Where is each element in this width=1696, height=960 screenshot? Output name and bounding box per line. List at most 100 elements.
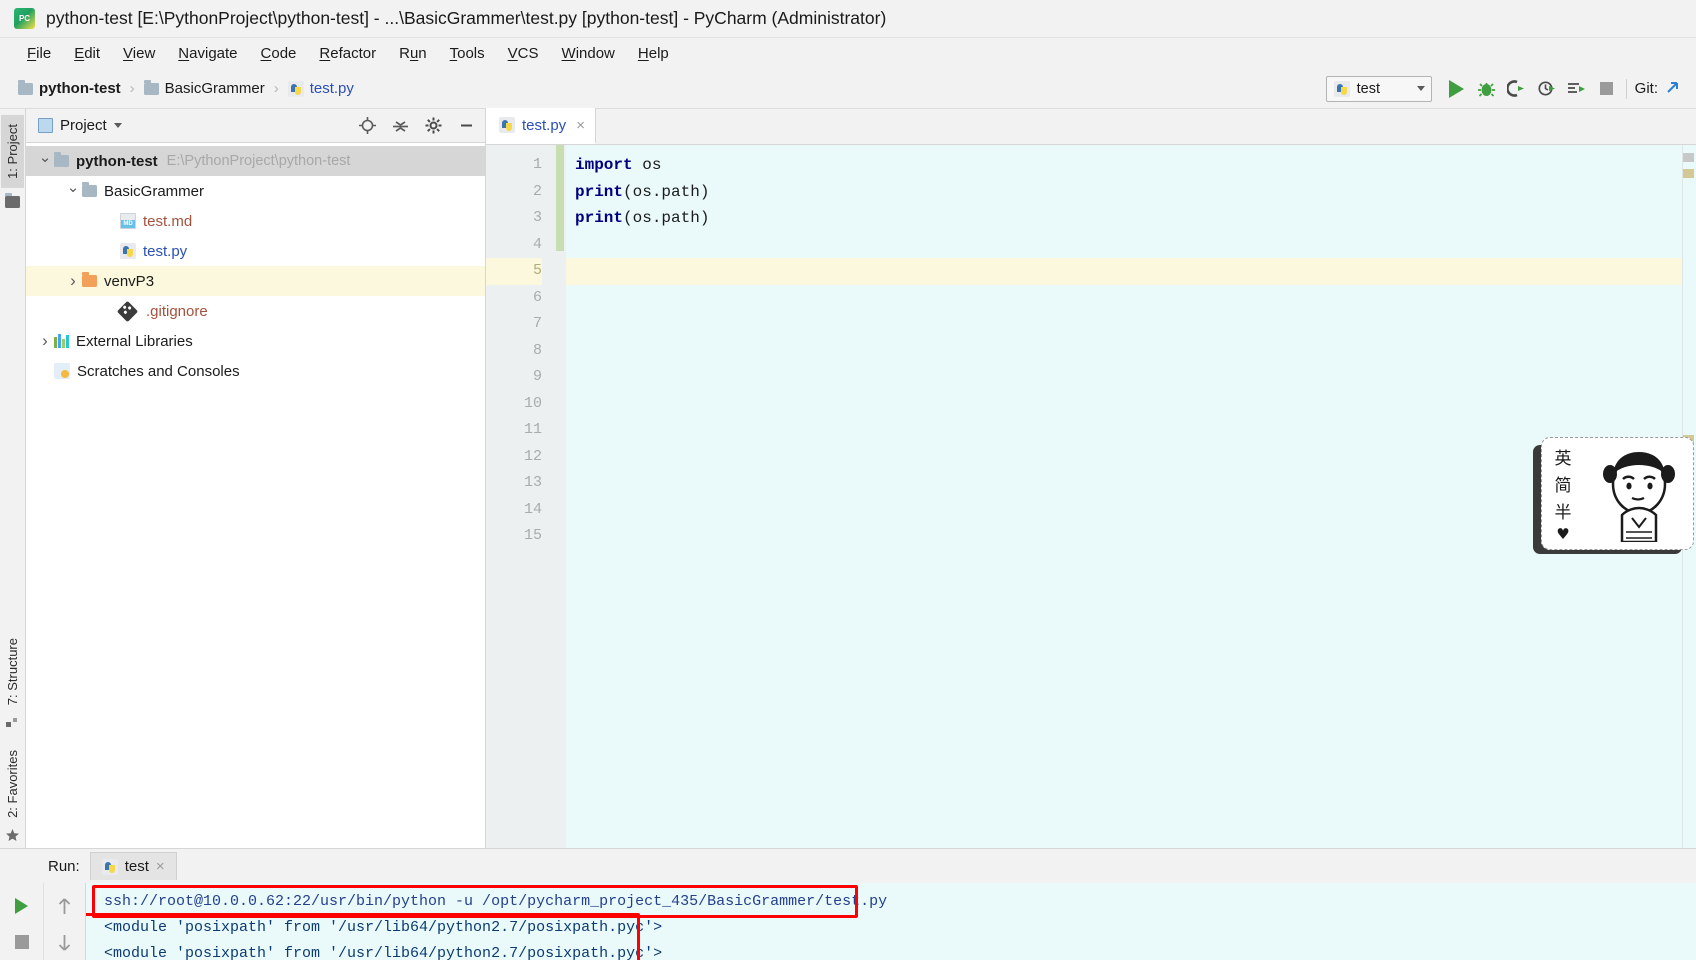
tree-node-test-py[interactable]: test.py [26, 236, 485, 266]
sidebar-item-structure[interactable]: 7: Structure [1, 629, 24, 714]
vcs-added-marker [556, 145, 564, 251]
code-text-area[interactable]: import os print(os.path) print(os.path) [566, 145, 1682, 848]
console-line-output: <module 'posixpath' from '/usr/lib64/pyt… [104, 919, 663, 936]
ime-floating-widget[interactable]: 英 简 半 ♥ [1541, 437, 1694, 550]
project-view-icon [38, 118, 53, 133]
breadcrumb-item-file[interactable]: test.py [284, 78, 358, 99]
tree-node-external-libraries[interactable]: External Libraries [26, 326, 485, 356]
console-line-command: ssh://root@10.0.0.62:22/usr/bin/python -… [104, 893, 888, 910]
run-icon[interactable] [1442, 74, 1472, 104]
project-panel-header: Project [26, 109, 485, 143]
run-configuration-selector[interactable]: test [1325, 75, 1432, 102]
code-line: print(os.path) [575, 182, 710, 201]
locate-target-icon[interactable] [354, 113, 380, 139]
breadcrumb-item-project[interactable]: python-test [14, 78, 125, 99]
folder-icon [143, 79, 159, 95]
chevron-down-icon[interactable] [36, 152, 54, 170]
run-tab-label: test [124, 858, 149, 875]
stop-icon[interactable] [5, 925, 39, 959]
menu-view[interactable]: View [112, 42, 166, 65]
line-number: 12 [523, 447, 542, 465]
menu-code[interactable]: Code [250, 42, 308, 65]
run-all-icon[interactable] [1562, 74, 1592, 104]
breadcrumb-label: python-test [39, 80, 121, 97]
close-icon[interactable]: × [156, 858, 165, 875]
run-tab-test[interactable]: test × [89, 852, 177, 880]
tree-node-gitignore[interactable]: .gitignore [26, 296, 485, 326]
tree-node-python-test[interactable]: python-test E:\PythonProject\python-test [26, 146, 485, 176]
chevron-down-icon[interactable] [113, 123, 122, 128]
ime-lang-label[interactable]: 英 [1555, 444, 1572, 469]
menu-edit[interactable]: Edit [63, 42, 111, 65]
library-icon [54, 334, 69, 348]
console-output[interactable]: ssh://root@10.0.0.62:22/usr/bin/python -… [86, 883, 1696, 960]
menu-tools[interactable]: Tools [439, 42, 496, 65]
structure-tab-label: 7: Structure [5, 637, 20, 706]
project-tree: python-test E:\PythonProject\python-test… [26, 143, 485, 848]
chevron-down-icon [1416, 86, 1425, 91]
close-icon[interactable]: × [576, 117, 585, 134]
menu-vcs[interactable]: VCS [497, 42, 550, 65]
tree-node-label: test.py [143, 242, 188, 260]
run-panel-label: Run: [48, 857, 80, 875]
tree-node-label: BasicGrammer [104, 182, 205, 200]
rerun-icon[interactable] [5, 889, 39, 923]
line-number: 5 [486, 258, 542, 285]
tree-node-path: E:\PythonProject\python-test [166, 153, 351, 169]
sidebar-item-project[interactable]: 1: Project [1, 115, 24, 188]
menu-run[interactable]: Run [388, 42, 438, 65]
menu-file[interactable]: File [16, 42, 62, 65]
sidebar-item-favorites[interactable]: 2: Favorites [1, 741, 24, 827]
ime-heart-icon[interactable]: ♥ [1556, 525, 1569, 543]
run-tool-window: Run: test × ssh://root@10.0.0.62:22/usr/… [0, 848, 1696, 960]
minimize-icon[interactable] [453, 113, 479, 139]
debug-icon[interactable] [1472, 74, 1502, 104]
tree-node-test-md[interactable]: test.md [26, 206, 485, 236]
tree-node-label: .gitignore [146, 302, 208, 320]
ime-halfwidth-label[interactable]: 半 [1555, 498, 1572, 523]
up-arrow-icon[interactable] [48, 889, 82, 923]
tree-node-basicgrammer[interactable]: BasicGrammer [26, 176, 485, 206]
line-number: 13 [523, 474, 542, 491]
main-body: 1: Project 7: Structure 2: Favorites Pro… [0, 108, 1696, 848]
stop-icon[interactable] [1592, 74, 1622, 104]
ime-mode-column[interactable]: 英 简 半 ♥ [1542, 438, 1584, 549]
menu-window[interactable]: Window [551, 42, 626, 65]
python-file-icon [499, 117, 515, 133]
ime-simplified-label[interactable]: 简 [1555, 471, 1572, 496]
menu-help[interactable]: Help [627, 42, 680, 65]
chevron-down-icon[interactable] [64, 182, 82, 200]
tree-node-label: test.md [143, 212, 193, 230]
tree-node-scratches[interactable]: Scratches and Consoles [26, 356, 485, 386]
navigation-toolbar: python-test › BasicGrammer › test.py tes… [0, 69, 1696, 109]
down-arrow-icon[interactable] [48, 925, 82, 959]
menu-refactor[interactable]: Refactor [308, 42, 387, 65]
chevron-right-icon[interactable] [36, 331, 54, 351]
pycharm-logo-icon [14, 8, 35, 29]
tree-node-label: Scratches and Consoles [77, 362, 240, 380]
python-file-icon [101, 858, 118, 875]
line-number: 7 [532, 315, 542, 332]
tree-node-venvp3[interactable]: venvP3 [26, 266, 485, 296]
folder-icon [82, 182, 97, 197]
chevron-right-icon[interactable] [64, 271, 82, 291]
collapse-all-icon[interactable] [387, 113, 413, 139]
profile-icon[interactable] [1532, 74, 1562, 104]
git-update-icon[interactable] [1658, 74, 1688, 104]
gear-icon[interactable] [420, 113, 446, 139]
code-editor[interactable]: 1 2 3 4 5 6 7 8 9 10 11 12 13 14 15 impo… [486, 145, 1696, 848]
code-line: import os [575, 156, 662, 174]
console-line-output: <module 'posixpath' from '/usr/lib64/pyt… [104, 945, 663, 960]
project-folder-icon [5, 192, 20, 208]
menu-navigate[interactable]: Navigate [167, 42, 248, 65]
breadcrumb-item-package[interactable]: BasicGrammer [140, 78, 269, 99]
editor-tab-test-py[interactable]: test.py × [486, 108, 596, 144]
run-with-coverage-icon[interactable] [1502, 74, 1532, 104]
